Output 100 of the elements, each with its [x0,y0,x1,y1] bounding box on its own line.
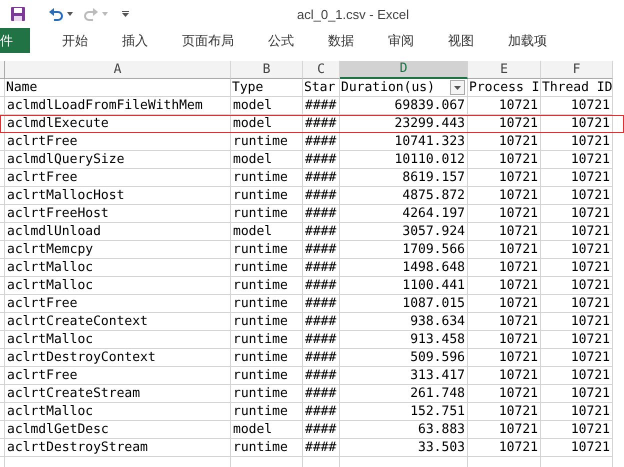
thread-id-cell-text: 10721 [570,438,610,457]
column-header[interactable]: C [303,61,340,79]
column-header[interactable]: A [5,61,231,79]
duration-cell-text: 23299.443 [394,114,465,133]
table-row[interactable]: aclrtMallocHost runtime #### 4875.872 10721 10721 [0,187,624,205]
name-cell-text: aclrtFree [7,294,78,313]
type-cell-text: runtime [233,132,288,151]
name-cell-text: aclmdlLoadFromFileWithMem [7,96,203,115]
table-row[interactable]: aclrtFree runtime #### 10741.323 10721 10721 [0,133,624,151]
type-cell-text: runtime [233,330,288,349]
duration-cell-text: 1087.015 [402,294,465,313]
ribbon-tab[interactable]: 件 [0,28,30,53]
table-row[interactable]: aclrtMalloc runtime #### 1498.648 10721 10721 [0,259,624,277]
name-cell-text: aclrtCreateContext [7,312,148,331]
caret-icon[interactable] [67,12,73,16]
name-cell-text: aclrtDestroyStream [7,438,148,457]
name-cell-text: aclrtMalloc [7,402,94,421]
table-row[interactable]: aclrtFree runtime #### 1087.015 10721 10721 [0,295,624,313]
duration-cell-text: 10110.012 [394,150,465,169]
type-cell-text: model [233,114,272,133]
process-id-cell-text: 10721 [498,132,538,151]
process-id-cell-text: 10721 [498,384,538,403]
column-header[interactable]: B [231,61,303,79]
start-cell-text: #### [305,204,336,223]
thread-id-cell-text: 10721 [570,402,610,421]
ribbon-tab[interactable]: 加载项 [493,28,562,53]
table-row[interactable]: aclrtFree runtime #### 313.417 10721 10721 [0,367,624,385]
ribbon-tab[interactable]: 数据 [313,28,369,53]
name-cell-text: aclmdlExecute [7,114,109,133]
type-cell-text: model [233,96,272,115]
type-cell-text: runtime [233,294,288,313]
type-cell-text: runtime [233,186,288,205]
thread-id-cell-text: 10721 [570,366,610,385]
table-row[interactable]: aclmdlLoadFromFileWithMem model #### 69839.067 10721 10721 [0,97,624,115]
table-row[interactable]: aclmdlUnload model #### 3057.924 10721 10721 [0,223,624,241]
duration-cell-text: 3057.924 [402,222,465,241]
ribbon-tab[interactable]: 视图 [433,28,489,53]
name-cell-text: aclrtMalloc [7,276,94,295]
process-id-cell-text: 10721 [498,438,538,457]
process-id-cell-text: 10721 [498,258,538,277]
table-row[interactable]: aclrtMemcpy runtime #### 1709.566 10721 10721 [0,241,624,259]
duration-cell-text: 938.634 [410,312,465,331]
customize-icon[interactable] [122,11,129,17]
type-cell-text: runtime [233,240,288,259]
process-id-cell-text: 10721 [498,186,538,205]
column-header[interactable]: E [468,61,541,79]
ribbon-tab[interactable]: 公式 [253,28,309,53]
column-header[interactable]: D [340,61,468,79]
table-row[interactable]: aclrtDestroyContext runtime #### 509.596 10721 10721 [0,349,624,367]
duration-cell-text: 4875.872 [402,186,465,205]
ribbon-tab[interactable]: 插入 [107,28,163,53]
start-cell-text: #### [305,132,336,151]
table-row[interactable]: aclrtCreateStream runtime #### 261.748 10721 10721 [0,385,624,403]
caret-icon [454,86,461,90]
start-cell-text: #### [305,294,336,313]
process-id-cell-text: 10721 [498,240,538,259]
ribbon-tab[interactable]: 审阅 [373,28,429,53]
process-id-cell-text: 10721 [498,348,538,367]
table-row[interactable]: aclrtCreateContext runtime #### 938.634 10721 10721 [0,313,624,331]
save-icon[interactable] [10,6,26,22]
name-cell-text: aclrtCreateStream [7,384,140,403]
table-row[interactable]: aclrtDestroyStream runtime #### 33.503 10721 10721 [0,439,624,457]
undo-icon[interactable] [48,7,64,21]
table-row[interactable]: aclrtMalloc runtime #### 913.458 10721 10721 [0,331,624,349]
name-cell-text: aclrtFree [7,132,78,151]
start-cell-text: #### [305,348,336,367]
process-id-cell-text: 10721 [498,204,538,223]
ribbon-tab[interactable]: 开始 [47,28,103,53]
ribbon-tab[interactable]: 页面布局 [167,28,249,53]
process-id-cell-text: 10721 [498,168,538,187]
type-cell-text: runtime [233,438,288,457]
name-cell-text: aclrtMalloc [7,258,94,277]
thread-id-cell-text: 10721 [570,96,610,115]
table-row[interactable]: aclrtFree runtime #### 8619.157 10721 10721 [0,169,624,187]
table-row[interactable]: aclmdlGetDesc model #### 63.883 10721 10721 [0,421,624,439]
start-cell-text: #### [305,114,336,133]
thread-id-cell-text: 10721 [570,294,610,313]
thread-id-cell-text: 10721 [570,276,610,295]
name-cell-text: aclmdlGetDesc [7,420,109,439]
thread-id-cell-text: 10721 [570,258,610,277]
table-row[interactable]: aclmdlExecute model #### 23299.443 10721 10721 [0,115,624,133]
table-row[interactable]: aclrtMalloc runtime #### 1100.441 10721 10721 [0,277,624,295]
start-cell-text: #### [305,330,336,349]
column-header[interactable]: F [541,61,613,79]
process-id-cell-text: 10721 [498,402,538,421]
process-id-cell-text: 10721 [498,330,538,349]
filter-button[interactable] [450,80,465,95]
start-cell-text: #### [305,276,336,295]
table-row[interactable]: aclmdlQuerySize model #### 10110.012 10721 10721 [0,151,624,169]
thread-id-cell-text: 10721 [570,312,610,331]
type-cell-text: runtime [233,366,288,385]
header-cell-text: Thread ID [542,78,612,97]
table-row[interactable]: aclrtMalloc runtime #### 152.751 10721 10721 [0,403,624,421]
type-cell-text: runtime [233,312,288,331]
start-cell-text: #### [305,258,336,277]
table-row[interactable]: aclrtFreeHost runtime #### 4264.197 10721 10721 [0,205,624,223]
duration-cell-text: 63.883 [418,420,465,439]
type-cell-text: model [233,420,272,439]
duration-cell-text: 913.458 [410,330,465,349]
header-cell-text: Duration(us) [341,78,435,97]
